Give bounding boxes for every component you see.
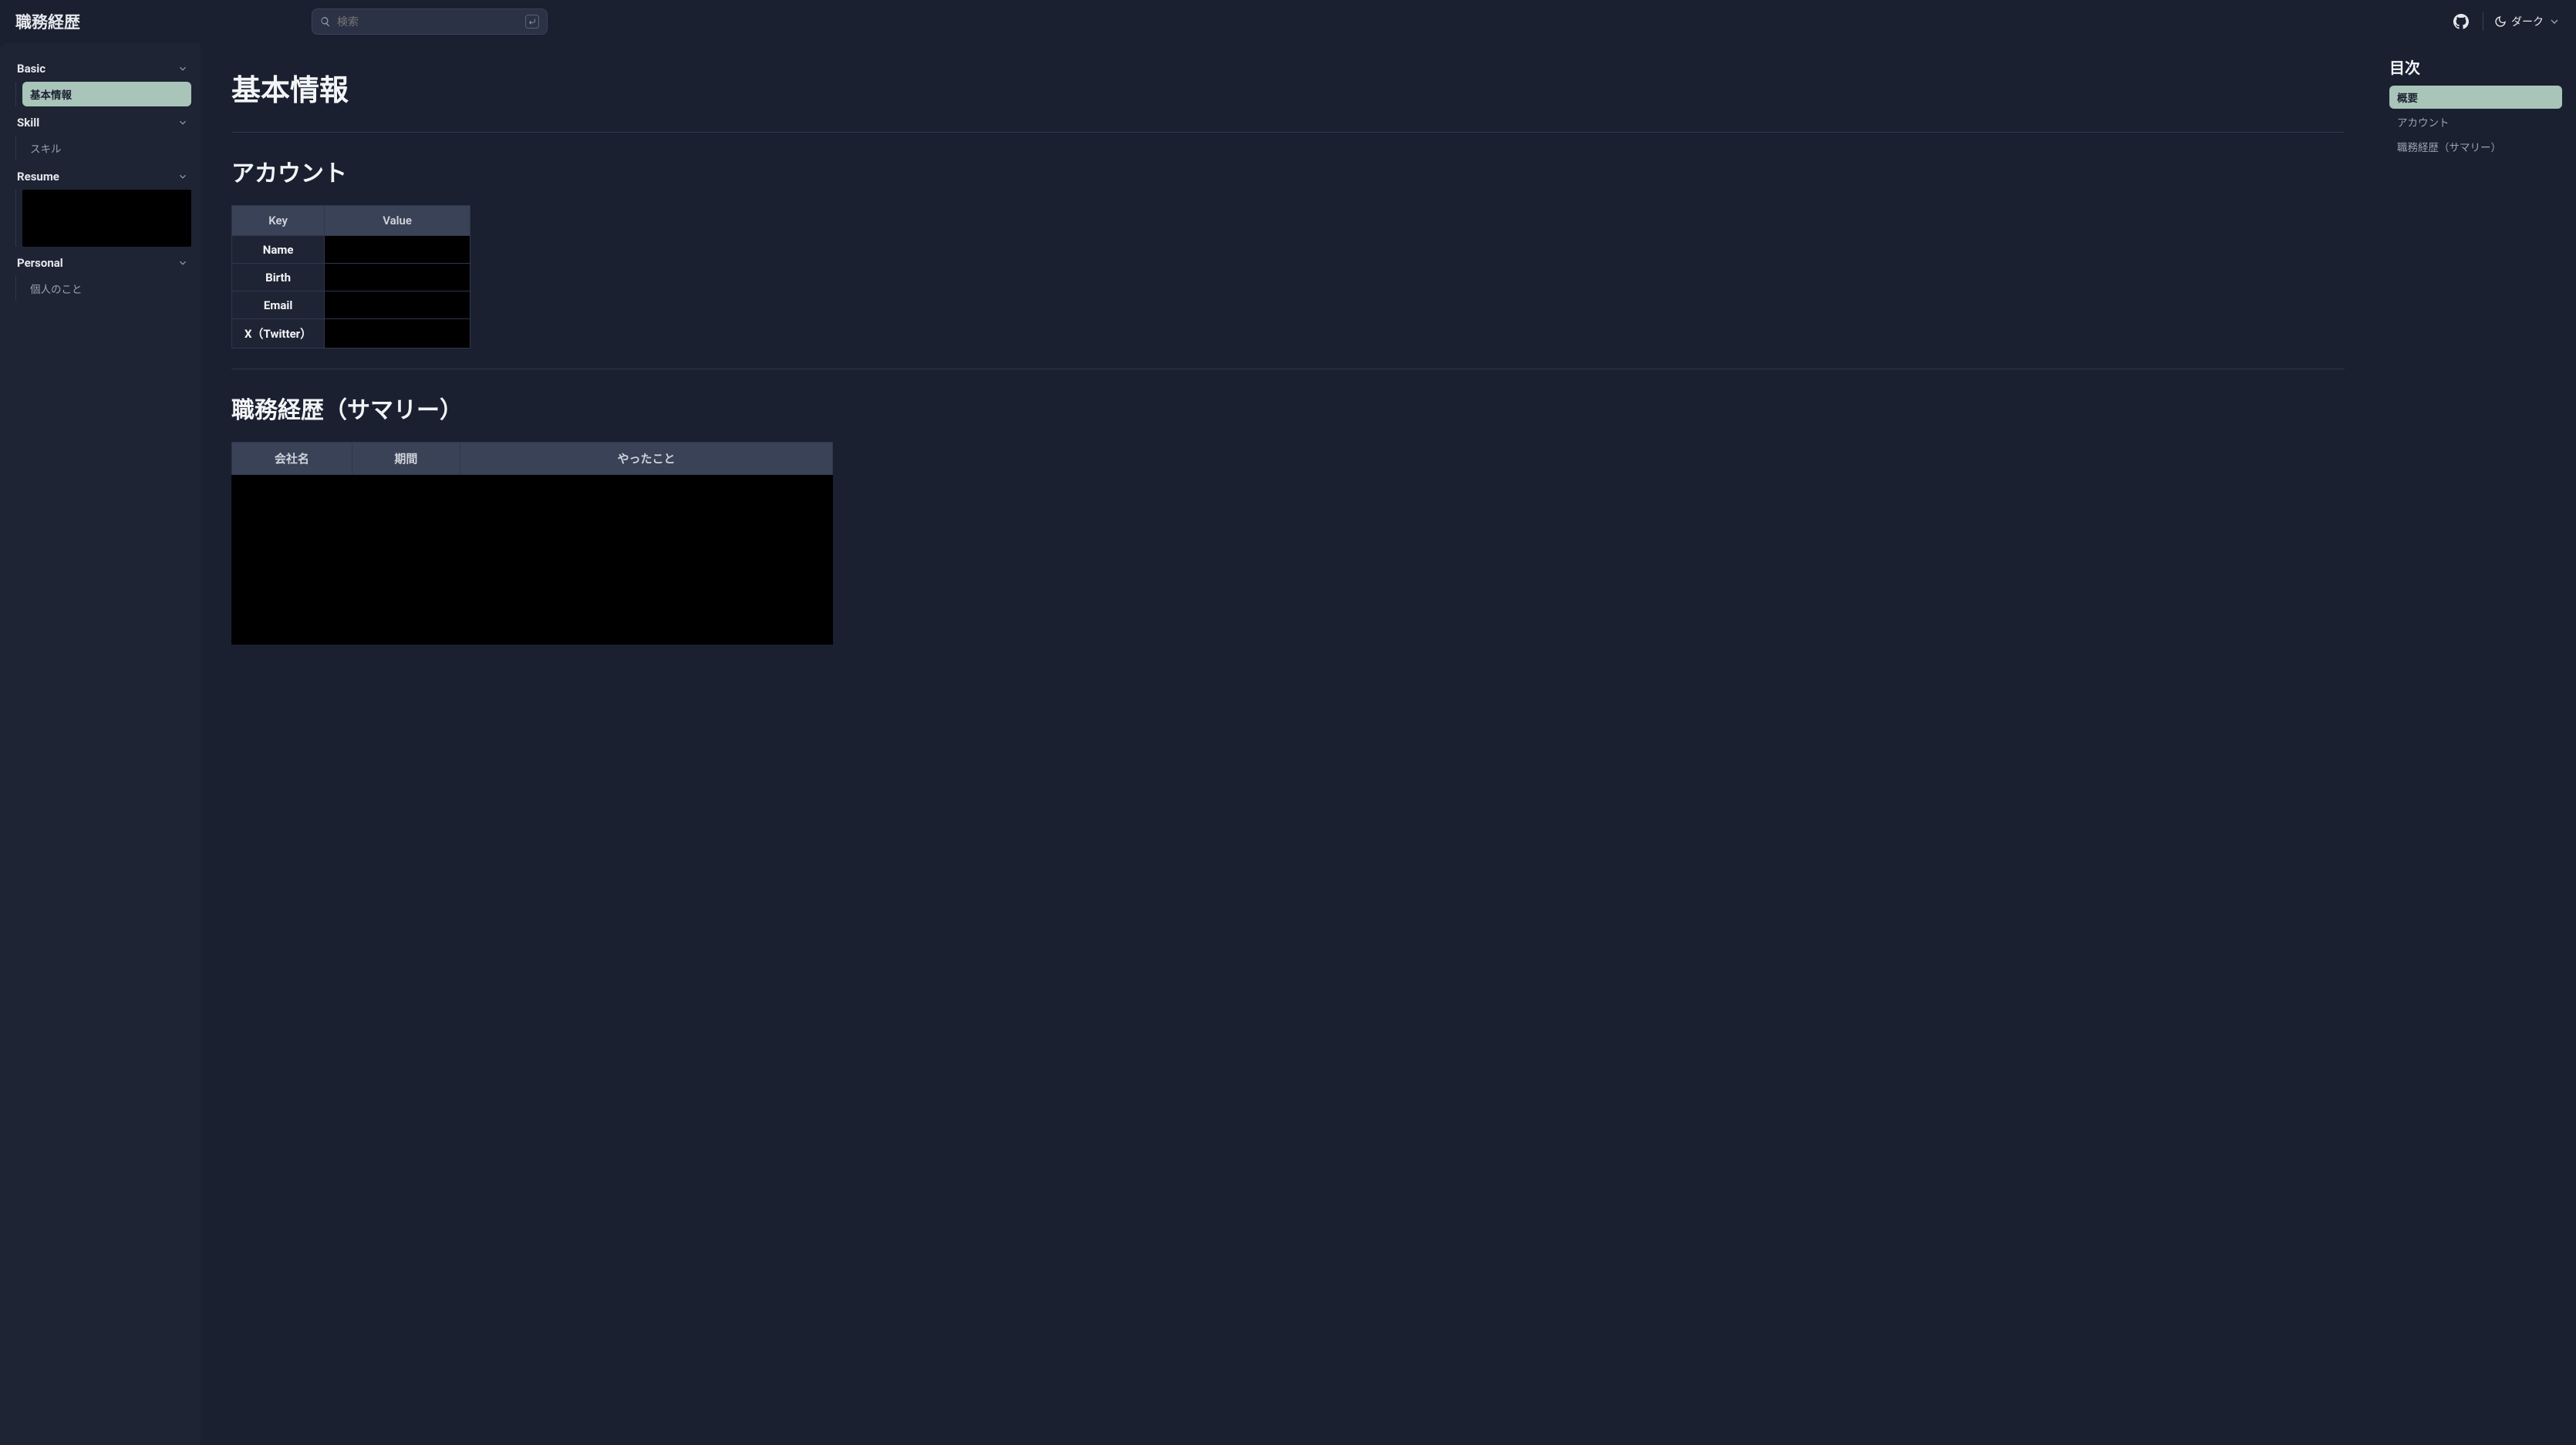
chevron-down-icon: [177, 258, 188, 268]
page-title: 基本情報: [231, 66, 2345, 109]
toc-item-summary[interactable]: 職務経歴（サマリー）: [2389, 135, 2562, 158]
account-heading: アカウント: [231, 154, 2345, 188]
sidebar: Basic 基本情報 Skill スキル Resume: [0, 43, 201, 1445]
table-header-value: Value: [325, 206, 470, 236]
theme-label: ダーク: [2511, 14, 2544, 29]
toc-title: 目次: [2389, 56, 2562, 78]
search-box[interactable]: [312, 8, 548, 35]
table-row: X（Twitter）: [232, 319, 470, 349]
toc: 目次 概要 アカウント 職務経歴（サマリー）: [2375, 43, 2576, 1445]
sidebar-section-label: Skill: [17, 116, 39, 130]
theme-toggle[interactable]: ダーク: [2494, 14, 2561, 29]
chevron-down-icon: [2548, 15, 2561, 28]
sidebar-item-personal[interactable]: 個人のこと: [22, 276, 191, 301]
moon-icon: [2494, 15, 2507, 28]
sidebar-item-skill[interactable]: スキル: [22, 136, 191, 160]
chevron-down-icon: [177, 171, 188, 182]
toc-item-account[interactable]: アカウント: [2389, 110, 2562, 133]
account-key: Email: [232, 291, 325, 319]
table-header-period: 期間: [352, 443, 460, 475]
sidebar-section-label: Resume: [17, 170, 59, 184]
github-icon: [2453, 14, 2469, 29]
table-header-key: Key: [232, 206, 325, 236]
account-table: Key Value Name Birth Email X（Tw: [231, 205, 470, 349]
search-icon: [320, 16, 331, 27]
table-row: Email: [232, 291, 470, 319]
toc-item-overview[interactable]: 概要: [2389, 86, 2562, 109]
table-row-redacted: [232, 475, 833, 645]
main-content: 基本情報 アカウント Key Value Name Birth: [201, 43, 2375, 1445]
search-input[interactable]: [331, 15, 525, 28]
github-link[interactable]: [2450, 11, 2472, 32]
sidebar-section-label: Basic: [17, 62, 46, 76]
search-wrap: [312, 8, 548, 35]
table-row: Name: [232, 236, 470, 264]
summary-table: 会社名 期間 やったこと: [231, 442, 833, 645]
account-value-redacted: [325, 264, 470, 291]
chevron-down-icon: [177, 63, 188, 74]
chevron-down-icon: [177, 117, 188, 128]
account-value-redacted: [325, 236, 470, 264]
sidebar-redacted: [22, 190, 191, 247]
account-value-redacted: [325, 319, 470, 349]
search-shortcut-icon: [525, 15, 539, 29]
account-key: X（Twitter）: [232, 319, 325, 349]
header: 職務経歴 ダーク: [0, 0, 2576, 43]
sidebar-item-basic-info[interactable]: 基本情報: [22, 82, 191, 106]
account-value-redacted: [325, 291, 470, 319]
sidebar-section-basic[interactable]: Basic: [14, 57, 191, 80]
summary-redacted-cell: [232, 475, 833, 645]
header-right: ダーク: [2450, 11, 2561, 32]
sidebar-section-label: Personal: [17, 256, 63, 270]
summary-heading: 職務経歴（サマリー）: [231, 391, 2345, 425]
sidebar-section-skill[interactable]: Skill: [14, 111, 191, 134]
table-row: Birth: [232, 264, 470, 291]
table-header-work: やったこと: [460, 443, 833, 475]
site-brand[interactable]: 職務経歴: [15, 10, 80, 33]
account-key: Birth: [232, 264, 325, 291]
layout: Basic 基本情報 Skill スキル Resume: [0, 43, 2576, 1445]
table-header-company: 会社名: [232, 443, 352, 475]
sidebar-section-personal[interactable]: Personal: [14, 251, 191, 275]
account-key: Name: [232, 236, 325, 264]
sidebar-section-resume[interactable]: Resume: [14, 165, 191, 188]
divider: [231, 132, 2345, 133]
